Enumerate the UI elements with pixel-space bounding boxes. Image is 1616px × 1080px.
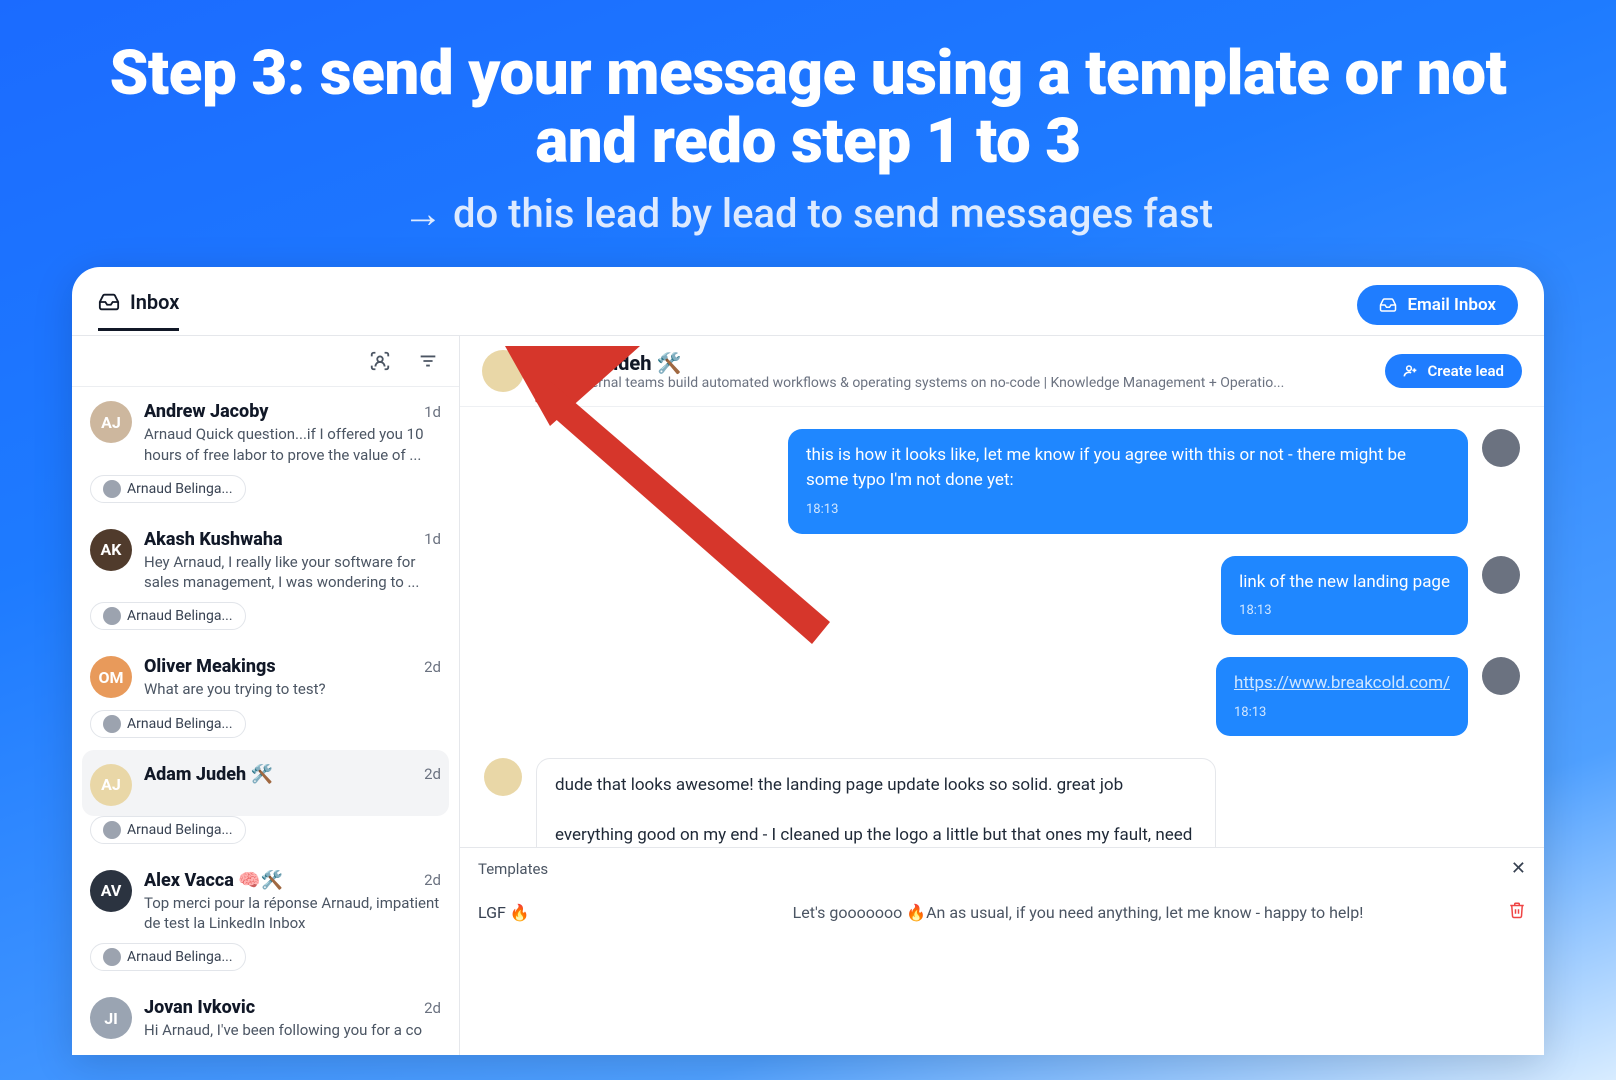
templates-title: Templates xyxy=(478,860,548,878)
message-bubble: link of the new landing page18:13 xyxy=(1221,556,1468,635)
filter-icon[interactable] xyxy=(417,350,439,372)
chat-header: Adam Judeh 🛠️ I help internal teams buil… xyxy=(460,336,1544,407)
owner-tag[interactable]: Arnaud Belinga... xyxy=(90,816,246,844)
thread-name: Andrew Jacoby xyxy=(144,401,268,422)
sidebar: AJ Andrew Jacoby 1d Arnaud Quick question..… xyxy=(72,336,460,1055)
thread-time: 1d xyxy=(424,530,441,548)
chat-contact-name: Adam Judeh 🛠️ xyxy=(538,351,1371,375)
message-row: dude that looks awesome! the landing pag… xyxy=(484,758,1520,847)
avatar xyxy=(103,715,121,733)
message-bubble: dude that looks awesome! the landing pag… xyxy=(536,758,1216,847)
message-time: 18:13 xyxy=(1234,704,1450,723)
topbar: Inbox Email Inbox xyxy=(72,267,1544,336)
message-time: 18:13 xyxy=(806,501,1450,520)
message-list: this is how it looks like, let me know i… xyxy=(460,407,1544,847)
message-bubble: https://www.breakcold.com/18:13 xyxy=(1216,657,1468,736)
owner-tag[interactable]: Arnaud Belinga... xyxy=(90,943,246,971)
template-name: LGF 🔥 xyxy=(478,903,648,922)
thread-preview: What are you trying to test? xyxy=(144,679,441,699)
avatar: AV xyxy=(90,870,132,912)
message-row: https://www.breakcold.com/18:13 xyxy=(484,657,1520,736)
avatar: OM xyxy=(90,656,132,698)
thread-time: 1d xyxy=(424,403,441,421)
template-row[interactable]: LGF 🔥 Let's gooooooo 🔥An as usual, if you… xyxy=(460,889,1544,935)
thread-item[interactable]: AJ Andrew Jacoby 1d Arnaud Quick question..… xyxy=(72,387,459,475)
thread-name: Jovan Ivkovic xyxy=(144,997,255,1018)
scan-user-icon[interactable] xyxy=(369,350,391,372)
avatar xyxy=(103,948,121,966)
avatar xyxy=(103,607,121,625)
thread-time: 2d xyxy=(424,999,441,1017)
message-link[interactable]: https://www.breakcold.com/ xyxy=(1234,673,1450,693)
thread-preview: Top merci pour la réponse Arnaud, impati… xyxy=(144,893,441,934)
message-time: 18:13 xyxy=(1239,602,1450,621)
hero-title: Step 3: send your message using a templa… xyxy=(60,40,1556,176)
arrow-right-icon: → xyxy=(403,190,443,237)
thread-time: 2d xyxy=(424,658,441,676)
message-row: link of the new landing page18:13 xyxy=(484,556,1520,635)
hero-subtitle: →do this lead by lead to send messages f… xyxy=(60,190,1556,237)
avatar xyxy=(482,350,524,392)
owner-tag[interactable]: Arnaud Belinga... xyxy=(90,602,246,630)
thread-item[interactable]: JI Jovan Ivkovic 2d Hi Arnaud, I've been fo… xyxy=(72,983,459,1050)
avatar xyxy=(1482,556,1520,594)
thread-name: Alex Vacca 🧠🛠️ xyxy=(144,870,283,891)
app-window: Inbox Email Inbox AJ Andrew Jacoby 1d Arnau… xyxy=(72,267,1544,1055)
trash-icon[interactable] xyxy=(1508,901,1526,923)
thread-list: AJ Andrew Jacoby 1d Arnaud Quick question..… xyxy=(72,387,459,1055)
avatar: JI xyxy=(90,997,132,1039)
avatar xyxy=(1482,429,1520,467)
thread-item[interactable]: AK Akash Kushwaha 1d Hey Arnaud, I really l… xyxy=(72,515,459,603)
owner-tag[interactable]: Arnaud Belinga... xyxy=(90,475,246,503)
thread-time: 2d xyxy=(424,871,441,889)
thread-item[interactable]: AV Alex Vacca 🧠🛠️ 2d Top merci pour la répo… xyxy=(72,856,459,944)
template-body: Let's gooooooo 🔥An as usual, if you need… xyxy=(668,903,1488,922)
avatar xyxy=(103,480,121,498)
chat-panel: Adam Judeh 🛠️ I help internal teams buil… xyxy=(460,336,1544,1055)
avatar xyxy=(484,758,522,796)
hero-heading: Step 3: send your message using a templa… xyxy=(0,0,1616,267)
thread-preview: Hey Arnaud, I really like your software … xyxy=(144,552,441,593)
message-row: this is how it looks like, let me know i… xyxy=(484,429,1520,533)
sidebar-tools xyxy=(72,336,459,387)
thread-name: Adam Judeh 🛠️ xyxy=(144,764,273,785)
inbox-icon xyxy=(98,291,120,313)
avatar: AK xyxy=(90,529,132,571)
inbox-icon xyxy=(1379,296,1397,314)
owner-tag[interactable]: Arnaud Belinga... xyxy=(90,710,246,738)
thread-preview: Hi Arnaud, I've been following you for a… xyxy=(144,1020,441,1040)
avatar: AJ xyxy=(90,401,132,443)
thread-item[interactable]: OM Oliver Meakings 2d What are you trying t… xyxy=(72,642,459,709)
tab-label: Inbox xyxy=(130,290,179,314)
thread-name: Oliver Meakings xyxy=(144,656,276,677)
avatar xyxy=(103,821,121,839)
thread-item[interactable]: AJ Adam Judeh 🛠️ 2d xyxy=(82,750,449,816)
avatar xyxy=(1482,657,1520,695)
user-plus-icon xyxy=(1403,363,1419,379)
close-icon[interactable]: ✕ xyxy=(1511,858,1526,879)
chat-contact-sub: I help internal teams build automated wo… xyxy=(538,375,1371,391)
tab-inbox[interactable]: Inbox xyxy=(98,290,179,331)
create-lead-button[interactable]: Create lead xyxy=(1385,354,1522,388)
thread-preview: Arnaud Quick question...if I offered you… xyxy=(144,424,441,465)
thread-time: 2d xyxy=(424,765,441,783)
message-bubble: this is how it looks like, let me know i… xyxy=(788,429,1468,533)
templates-panel: Templates ✕ LGF 🔥 Let's gooooooo 🔥An as u… xyxy=(460,847,1544,1055)
email-inbox-button[interactable]: Email Inbox xyxy=(1357,285,1518,325)
thread-name: Akash Kushwaha xyxy=(144,529,283,550)
avatar: AJ xyxy=(90,764,132,806)
